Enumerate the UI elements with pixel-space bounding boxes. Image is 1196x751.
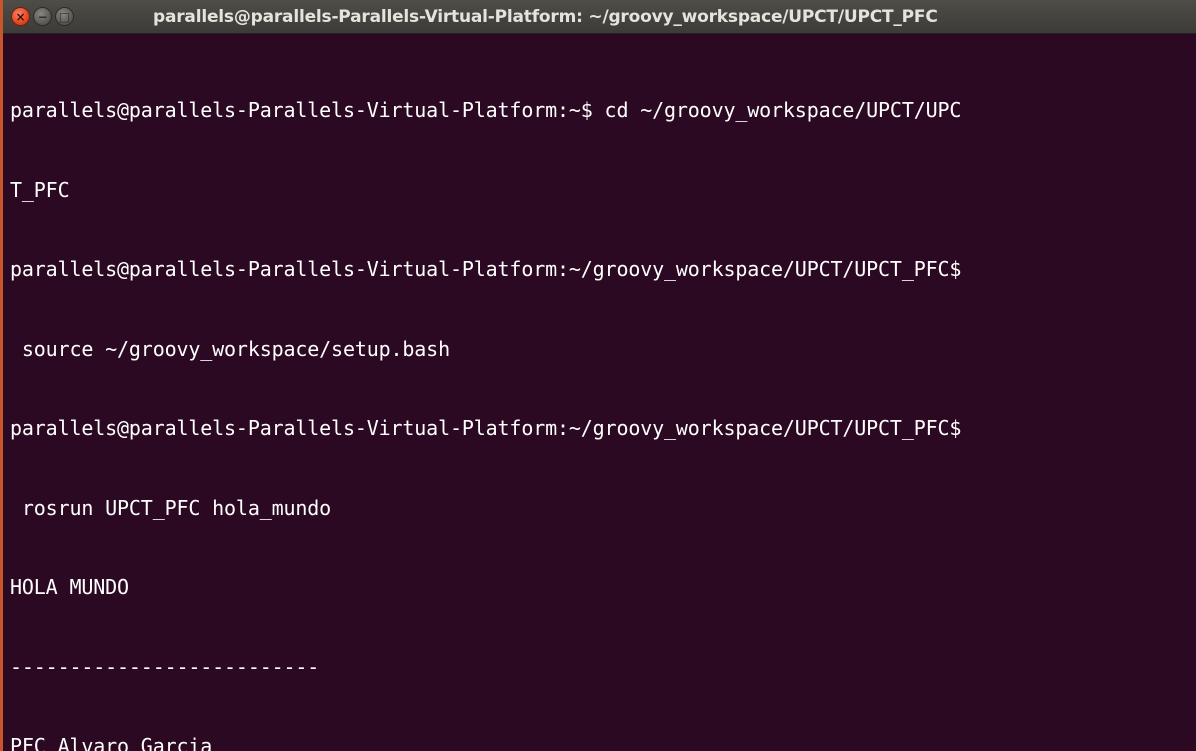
window-controls: × − □: [11, 7, 74, 26]
terminal-line: rosrun UPCT_PFC hola_mundo: [10, 495, 332, 520]
terminal-line: parallels@parallels-Parallels-Virtual-Pl…: [10, 257, 962, 281]
close-icon[interactable]: ×: [11, 7, 30, 26]
terminal-line: PFC Alvaro Garcia: [10, 734, 213, 751]
terminal-line: parallels@parallels-Parallels-Virtual-Pl…: [10, 98, 962, 122]
minimize-icon[interactable]: −: [33, 7, 52, 26]
terminal-line: HOLA MUNDO: [10, 575, 129, 599]
terminal-output[interactable]: parallels@parallels-Parallels-Virtual-Pl…: [10, 44, 1192, 751]
terminal-line: T_PFC: [10, 177, 70, 202]
terminal-line: --------------------------: [10, 654, 320, 679]
title-bar[interactable]: × − □ parallels@parallels-Parallels-Virt…: [3, 0, 1196, 34]
terminal-line: source ~/groovy_workspace/setup.bash: [10, 336, 450, 361]
window-title: parallels@parallels-Parallels-Virtual-Pl…: [153, 7, 938, 27]
terminal-line: parallels@parallels-Parallels-Virtual-Pl…: [10, 416, 962, 440]
terminal-window: × − □ parallels@parallels-Parallels-Virt…: [0, 0, 1196, 751]
maximize-icon[interactable]: □: [55, 7, 74, 26]
